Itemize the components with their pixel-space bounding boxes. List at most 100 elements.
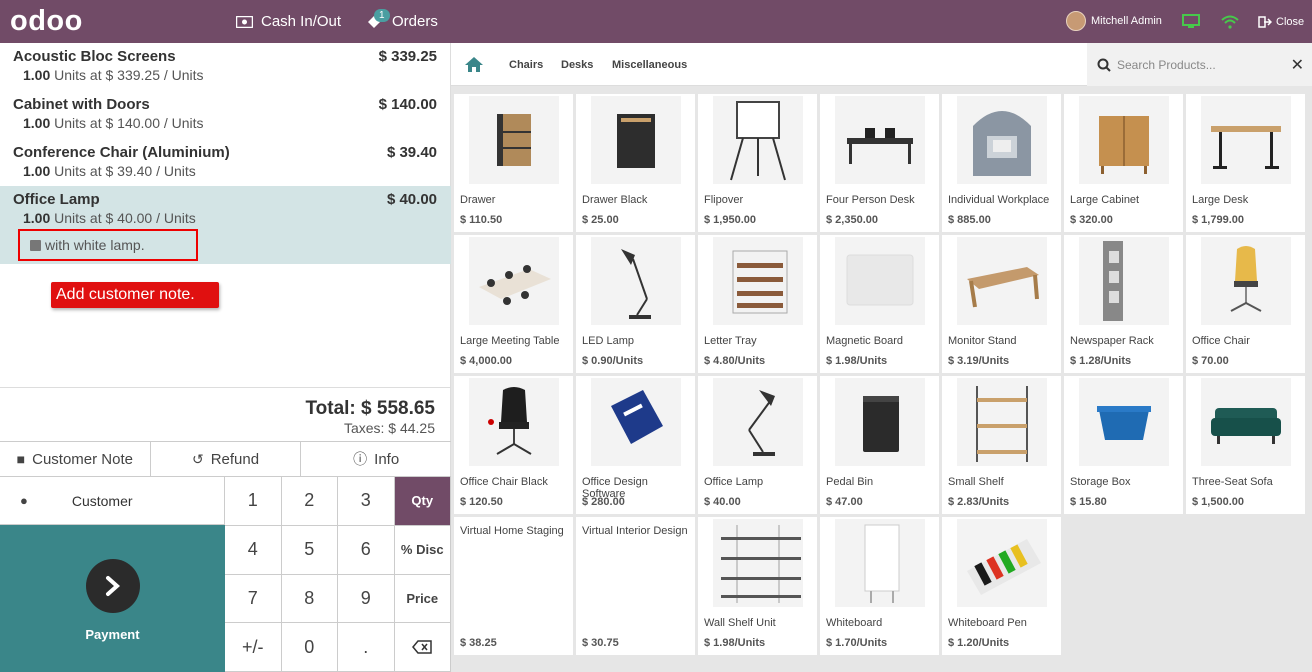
user-menu[interactable]: Mitchell Admin — [1066, 11, 1162, 31]
product-image — [835, 519, 925, 607]
close-button[interactable]: Close — [1258, 0, 1304, 43]
product-card[interactable]: Whiteboard Pen $ 1.20/Units — [942, 517, 1061, 655]
user-icon: ● — [20, 493, 28, 508]
product-card[interactable]: Wall Shelf Unit $ 1.98/Units — [698, 517, 817, 655]
product-image — [713, 519, 803, 607]
display-icon[interactable] — [1182, 0, 1208, 43]
product-image — [1201, 378, 1291, 466]
search-input[interactable]: Search Products... — [1117, 58, 1216, 72]
product-card[interactable]: Small Shelf $ 2.83/Units — [942, 376, 1061, 514]
category-chairs[interactable]: Chairs — [509, 43, 543, 86]
category-desks[interactable]: Desks — [561, 43, 593, 86]
numpad-key-2[interactable]: 2 — [281, 477, 338, 526]
product-card[interactable]: Three-Seat Sofa $ 1,500.00 — [1186, 376, 1305, 514]
product-image — [591, 96, 681, 184]
product-price: $ 15.80 — [1070, 496, 1107, 508]
customer-note-button[interactable]: ■ Customer Note — [0, 442, 151, 476]
qty-mode-button[interactable]: Qty — [394, 477, 451, 526]
numpad-key-9[interactable]: 9 — [338, 574, 395, 624]
order-line[interactable]: Cabinet with Doors $ 140.00 1.00 Units a… — [0, 96, 451, 144]
orders-button[interactable]: 1 Orders — [366, 0, 438, 43]
product-card[interactable]: Flipover $ 1,950.00 — [698, 94, 817, 232]
payment-button[interactable]: Payment — [0, 525, 225, 672]
order-taxes: Taxes: $ 44.25 — [343, 420, 435, 436]
product-card[interactable]: Newspaper Rack $ 1.28/Units — [1064, 235, 1183, 373]
wifi-icon[interactable] — [1221, 0, 1247, 43]
product-card[interactable]: Office Lamp $ 40.00 — [698, 376, 817, 514]
product-card[interactable]: Large Cabinet $ 320.00 — [1064, 94, 1183, 232]
numpad-key-7[interactable]: 7 — [225, 574, 282, 624]
product-card[interactable]: Office Chair $ 70.00 — [1186, 235, 1305, 373]
numpad-key-0[interactable]: 0 — [281, 623, 338, 672]
product-card[interactable]: Drawer $ 110.50 — [454, 94, 573, 232]
refund-label: Refund — [210, 450, 260, 468]
discount-mode-button[interactable]: % Disc — [394, 525, 451, 575]
product-name: Storage Box — [1070, 476, 1131, 488]
product-price: $ 280.00 — [582, 496, 625, 508]
product-card[interactable]: Virtual Interior Design $ 30.75 — [576, 517, 695, 655]
odoo-logo: odoo — [10, 5, 83, 37]
product-name: Large Meeting Table — [460, 335, 560, 347]
order-line-price: $ 140.00 — [378, 96, 437, 113]
numpad-key-1[interactable]: 1 — [225, 477, 282, 526]
info-icon: ⓘ — [353, 451, 368, 467]
info-label: Info — [374, 450, 400, 468]
numpad-key-8[interactable]: 8 — [281, 574, 338, 624]
cash-in-out-button[interactable]: Cash In/Out — [236, 0, 341, 43]
numpad-key-plus-minus[interactable]: +/- — [225, 623, 282, 672]
product-image — [591, 237, 681, 325]
product-price: $ 40.00 — [704, 496, 741, 508]
product-image — [591, 378, 681, 466]
product-price: $ 1.98/Units — [826, 355, 888, 367]
product-image — [835, 96, 925, 184]
close-label: Close — [1276, 15, 1305, 28]
numpad-key-5[interactable]: 5 — [281, 525, 338, 575]
product-card[interactable]: Letter Tray $ 4.80/Units — [698, 235, 817, 373]
product-card[interactable]: Storage Box $ 15.80 — [1064, 376, 1183, 514]
product-card[interactable]: Pedal Bin $ 47.00 — [820, 376, 939, 514]
product-name: Newspaper Rack — [1070, 335, 1154, 347]
category-miscellaneous[interactable]: Miscellaneous — [612, 43, 687, 86]
search-box[interactable]: Search Products... ✕ — [1087, 43, 1312, 86]
product-card[interactable]: Large Meeting Table $ 4,000.00 — [454, 235, 573, 373]
numpad-key-6[interactable]: 6 — [338, 525, 395, 575]
product-price: $ 4,000.00 — [460, 355, 512, 367]
product-card[interactable]: Magnetic Board $ 1.98/Units — [820, 235, 939, 373]
order-panel: Acoustic Bloc Screens $ 339.25 1.00 Unit… — [0, 43, 451, 672]
numpad-key-dot[interactable]: . — [338, 623, 395, 672]
home-icon[interactable] — [464, 56, 484, 78]
product-card[interactable]: Virtual Home Staging $ 38.25 — [454, 517, 573, 655]
close-icon[interactable]: ✕ — [1291, 55, 1304, 75]
order-line[interactable]: Conference Chair (Aluminium) $ 39.40 1.0… — [0, 144, 451, 186]
customer-button[interactable]: ● Customer — [0, 477, 225, 525]
product-name: Whiteboard — [826, 617, 883, 629]
product-card[interactable]: Four Person Desk $ 2,350.00 — [820, 94, 939, 232]
chevron-right-icon — [85, 559, 140, 613]
product-card[interactable]: Large Desk $ 1,799.00 — [1186, 94, 1305, 232]
refund-button[interactable]: ↺ Refund — [151, 442, 302, 476]
orders-label: Orders — [392, 13, 438, 30]
order-line-info: 1.00 Units at $ 39.40 / Units — [23, 163, 196, 179]
info-button[interactable]: ⓘ Info — [301, 442, 451, 476]
product-price: $ 120.50 — [460, 496, 503, 508]
product-card[interactable]: Office Design Software $ 280.00 — [576, 376, 695, 514]
backspace-button[interactable] — [394, 623, 451, 672]
product-name: Virtual Interior Design — [582, 525, 688, 537]
product-card[interactable]: Drawer Black $ 25.00 — [576, 94, 695, 232]
order-summary: Total: $ 558.65 Taxes: $ 44.25 — [0, 387, 451, 441]
product-card[interactable]: Individual Workplace $ 885.00 — [942, 94, 1061, 232]
payment-label: Payment — [85, 627, 140, 642]
price-mode-button[interactable]: Price — [394, 574, 451, 624]
product-price: $ 0.90/Units — [582, 355, 644, 367]
product-price: $ 320.00 — [1070, 214, 1113, 226]
product-card[interactable]: Monitor Stand $ 3.19/Units — [942, 235, 1061, 373]
numpad-key-4[interactable]: 4 — [225, 525, 282, 575]
numpad-key-3[interactable]: 3 — [338, 477, 395, 526]
product-price: $ 885.00 — [948, 214, 991, 226]
product-card[interactable]: LED Lamp $ 0.90/Units — [576, 235, 695, 373]
product-name: Virtual Home Staging — [460, 525, 564, 537]
product-card[interactable]: Office Chair Black $ 120.50 — [454, 376, 573, 514]
order-line[interactable]: Acoustic Bloc Screens $ 339.25 1.00 Unit… — [0, 48, 451, 96]
product-name: Monitor Stand — [948, 335, 1017, 347]
product-card[interactable]: Whiteboard $ 1.70/Units — [820, 517, 939, 655]
